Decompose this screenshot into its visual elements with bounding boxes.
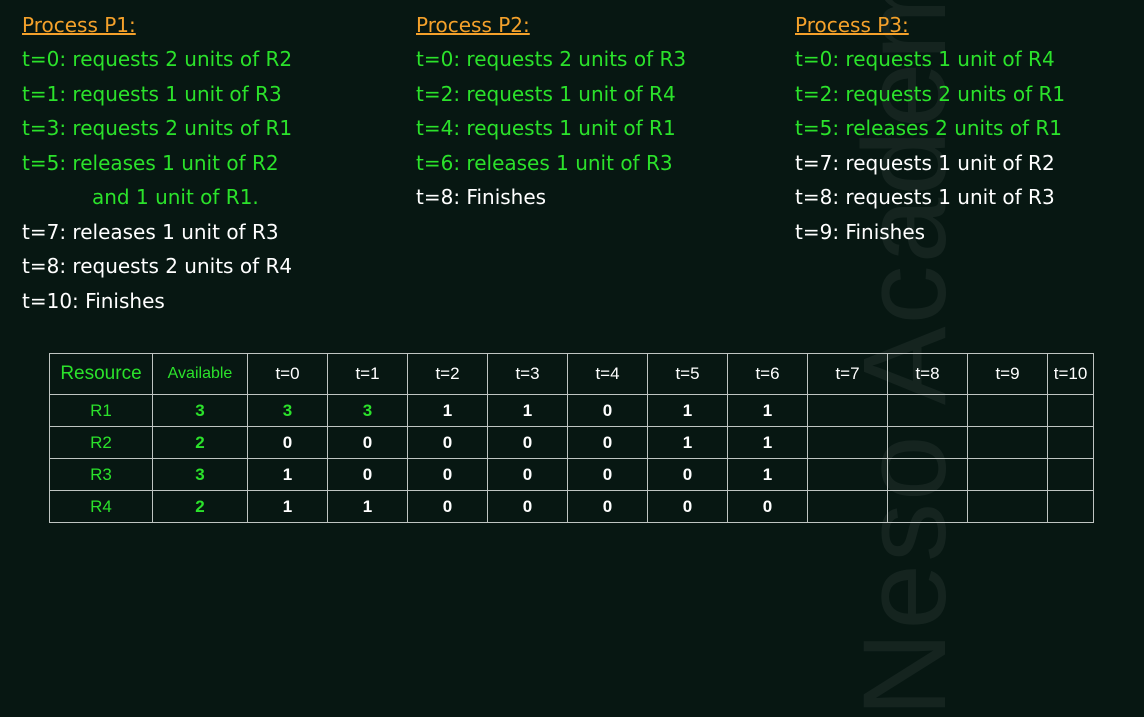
value-cell — [967, 394, 1048, 427]
p1-line: t=3: requests 2 units of R1 — [22, 116, 293, 140]
header-cell-time: t=4 — [567, 353, 648, 395]
value-cell: 0 — [567, 458, 648, 491]
value-cell: 0 — [567, 394, 648, 427]
value-cell: 0 — [487, 458, 568, 491]
process-p3-panel: Process P3: t=0: requests 1 unit of R4 t… — [795, 8, 1135, 249]
header-cell-time: t=2 — [407, 353, 488, 395]
header-cell-time: t=5 — [647, 353, 728, 395]
header-cell-time: t=9 — [967, 353, 1048, 395]
available-cell: 3 — [152, 458, 248, 491]
value-cell: 0 — [567, 426, 648, 459]
value-cell: 0 — [247, 426, 328, 459]
p2-line: t=8: Finishes — [416, 185, 547, 209]
process-p2-title: Process P2: — [416, 13, 530, 37]
value-cell: 0 — [407, 426, 488, 459]
value-cell — [887, 490, 968, 523]
resource-allocation-table: Resource Available t=0 t=1 t=2 t=3 t=4 t… — [49, 353, 1094, 523]
value-cell — [807, 426, 888, 459]
value-cell: 1 — [407, 394, 488, 427]
value-cell: 0 — [727, 490, 808, 523]
value-cell: 1 — [727, 458, 808, 491]
resource-name-cell: R2 — [49, 426, 153, 459]
table-row: R2 2 0 0 0 0 0 1 1 — [49, 426, 1094, 459]
table-row: R1 3 3 3 1 1 0 1 1 — [49, 394, 1094, 427]
p3-line: t=8: requests 1 unit of R3 — [795, 185, 1055, 209]
value-cell — [887, 394, 968, 427]
value-cell: 0 — [647, 490, 728, 523]
value-cell — [967, 426, 1048, 459]
value-cell: 1 — [247, 490, 328, 523]
header-cell-available: Available — [152, 353, 248, 395]
value-cell — [967, 458, 1048, 491]
value-cell — [1047, 458, 1094, 491]
p3-line: t=9: Finishes — [795, 219, 926, 244]
value-cell: 1 — [727, 426, 808, 459]
p2-line: t=0: requests 2 units of R3 — [416, 47, 687, 71]
table-header-row: Resource Available t=0 t=1 t=2 t=3 t=4 t… — [49, 353, 1094, 395]
value-cell — [967, 490, 1048, 523]
p3-line: t=2: requests 2 units of R1 — [795, 81, 1066, 106]
value-cell: 1 — [727, 394, 808, 427]
value-cell: 0 — [327, 426, 408, 459]
resource-name-cell: R4 — [49, 490, 153, 523]
value-cell — [1047, 490, 1094, 523]
resource-name-cell: R3 — [49, 458, 153, 491]
value-cell — [1047, 426, 1094, 459]
value-cell: 1 — [247, 458, 328, 491]
p1-line: t=0: requests 2 units of R2 — [22, 47, 293, 71]
table-row: R4 2 1 1 0 0 0 0 0 — [49, 490, 1094, 523]
value-cell: 3 — [327, 394, 408, 427]
value-cell: 0 — [487, 490, 568, 523]
p3-line: t=7: requests 1 unit of R2 — [795, 150, 1055, 175]
p1-line: t=8: requests 2 units of R4 — [22, 254, 293, 278]
value-cell — [807, 394, 888, 427]
header-cell-resource: Resource — [49, 353, 153, 395]
table-row: R3 3 1 0 0 0 0 0 1 — [49, 458, 1094, 491]
value-cell — [1047, 394, 1094, 427]
header-cell-time: t=3 — [487, 353, 568, 395]
value-cell: 1 — [647, 426, 728, 459]
header-cell-time: t=8 — [887, 353, 968, 395]
header-cell-time: t=1 — [327, 353, 408, 395]
available-cell: 3 — [152, 394, 248, 427]
header-cell-time: t=7 — [807, 353, 888, 395]
process-p1-title: Process P1: — [22, 13, 136, 37]
available-cell: 2 — [152, 426, 248, 459]
p1-line: and 1 unit of R1. — [92, 185, 259, 209]
value-cell: 0 — [407, 490, 488, 523]
resource-name-cell: R1 — [49, 394, 153, 427]
value-cell: 0 — [327, 458, 408, 491]
p3-line: t=5: releases 2 units of R1 — [795, 116, 1062, 140]
p2-line: t=6: releases 1 unit of R3 — [416, 150, 673, 175]
available-cell: 2 — [152, 490, 248, 523]
p1-line: t=10: Finishes — [22, 288, 165, 313]
header-cell-time: t=10 — [1047, 353, 1094, 395]
header-cell-time: t=6 — [727, 353, 808, 395]
p1-line: t=1: requests 1 unit of R3 — [22, 81, 282, 106]
value-cell — [887, 426, 968, 459]
header-cell-time: t=0 — [247, 353, 328, 395]
p2-line: t=2: requests 1 unit of R4 — [416, 81, 676, 106]
value-cell: 0 — [567, 490, 648, 523]
value-cell: 3 — [247, 394, 328, 427]
value-cell: 0 — [647, 458, 728, 491]
p1-line: t=7: releases 1 unit of R3 — [22, 219, 279, 244]
process-p1-panel: Process P1: t=0: requests 2 units of R2 … — [22, 8, 402, 318]
value-cell — [887, 458, 968, 491]
value-cell: 1 — [487, 394, 568, 427]
p1-line: t=5: releases 1 unit of R2 — [22, 150, 279, 175]
p3-line: t=0: requests 1 unit of R4 — [795, 47, 1055, 71]
value-cell: 0 — [407, 458, 488, 491]
process-p2-panel: Process P2: t=0: requests 2 units of R3 … — [416, 8, 776, 215]
value-cell — [807, 458, 888, 491]
value-cell — [807, 490, 888, 523]
process-p3-title: Process P3: — [795, 13, 909, 37]
value-cell: 1 — [327, 490, 408, 523]
value-cell: 1 — [647, 394, 728, 427]
p2-line: t=4: requests 1 unit of R1 — [416, 116, 676, 140]
value-cell: 0 — [487, 426, 568, 459]
